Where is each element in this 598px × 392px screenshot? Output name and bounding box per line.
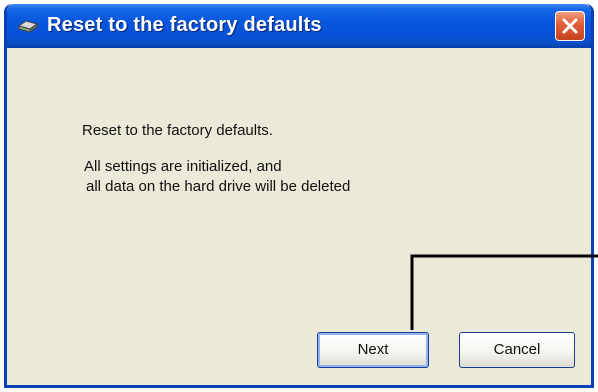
next-button[interactable]: Next [317,332,429,368]
message-line-1: All settings are initialized, and [84,158,282,175]
message-line-2: all data on the hard drive will be delet… [86,178,351,195]
dialog-window: Reset to the factory defaults Reset to t… [4,4,594,388]
title-bar[interactable]: Reset to the factory defaults [7,4,591,48]
cancel-button[interactable]: Cancel [459,332,575,368]
message-heading: Reset to the factory defaults. [82,122,273,139]
close-icon [562,18,578,34]
hard-drive-icon [17,17,39,35]
close-button[interactable] [555,11,585,41]
dialog-content: Reset to the factory defaults. All setti… [7,48,591,385]
window-title: Reset to the factory defaults [47,14,322,36]
